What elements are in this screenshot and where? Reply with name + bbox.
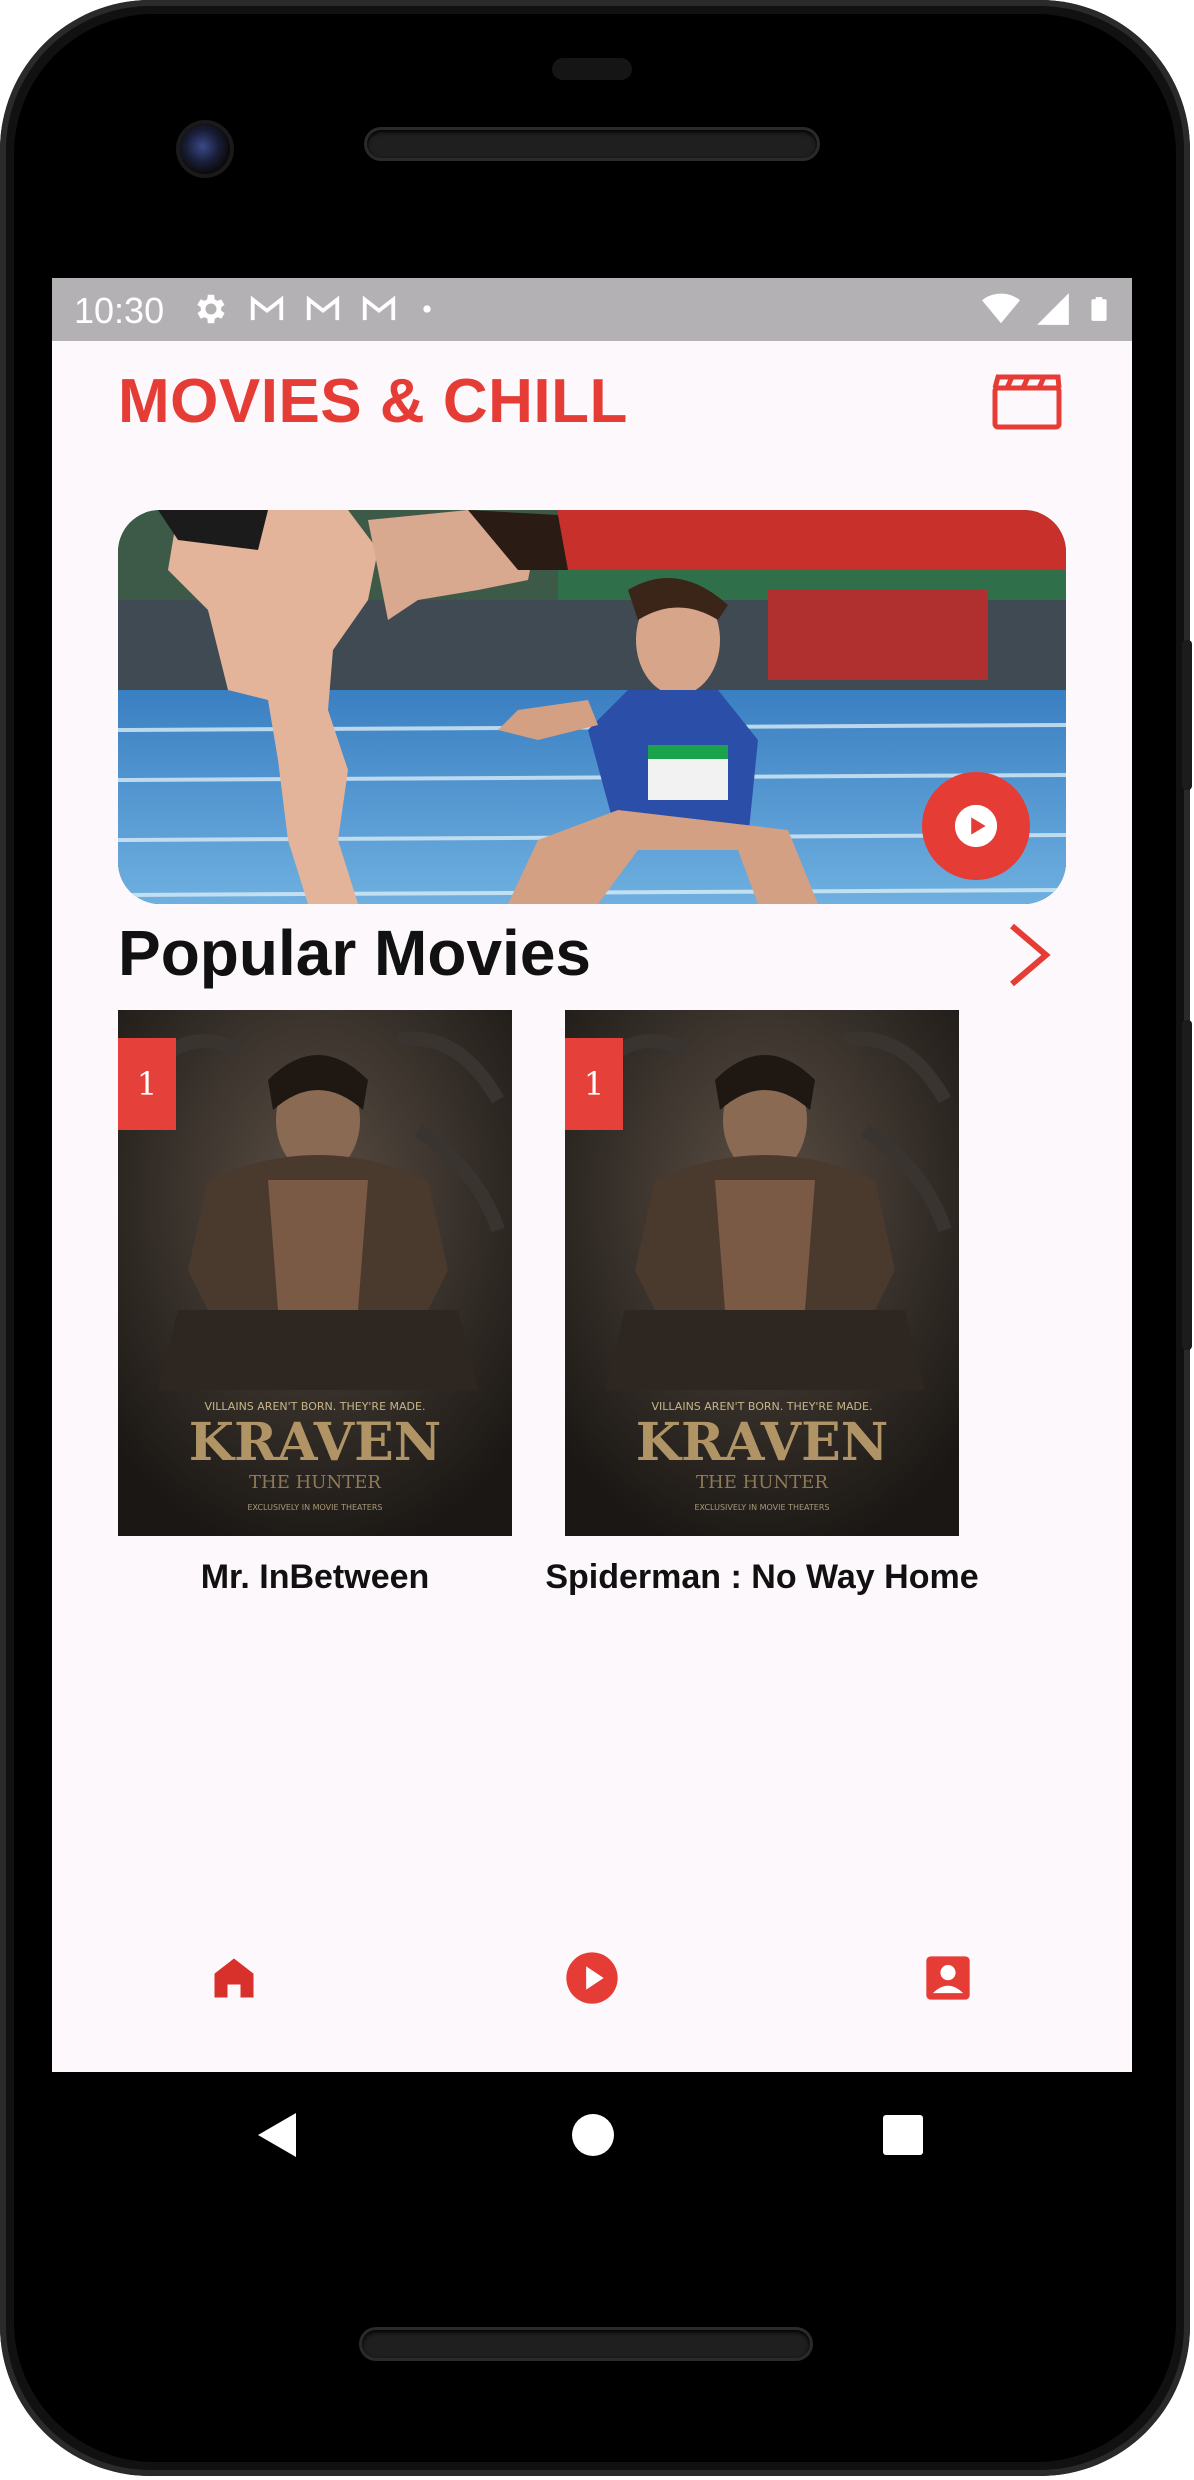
gmail-icon <box>306 295 340 321</box>
rank-badge: 1 <box>118 1038 176 1130</box>
featured-banner-image <box>118 510 1066 904</box>
featured-banner[interactable] <box>118 510 1066 904</box>
gmail-icon <box>362 295 396 321</box>
recents-icon[interactable] <box>882 2114 924 2156</box>
chevron-right-icon[interactable] <box>1004 922 1054 988</box>
battery-icon <box>1091 297 1107 321</box>
movie-title: Mr. InBetween <box>200 1558 430 1596</box>
play-circle-icon <box>566 1952 618 2004</box>
power-button <box>1182 1020 1192 1350</box>
poster-subtitle: THE HUNTER <box>696 1472 828 1493</box>
clapperboard-icon[interactable] <box>992 372 1062 430</box>
sensor <box>552 58 632 80</box>
poster-logo: KRAVEN <box>189 1412 441 1473</box>
home-circle-icon[interactable] <box>570 2112 616 2158</box>
poster-footer: EXCLUSIVELY IN MOVIE THEATERS <box>694 1503 829 1512</box>
poster-logo: KRAVEN <box>636 1412 888 1473</box>
poster-footer: EXCLUSIVELY IN MOVIE THEATERS <box>247 1503 382 1512</box>
notification-icons <box>192 290 438 328</box>
bottom-navigation <box>52 1938 1132 2018</box>
system-navigation-bar <box>0 2072 1194 2202</box>
gmail-icon <box>250 295 284 321</box>
nav-play[interactable] <box>552 1938 632 2018</box>
gear-icon <box>197 294 225 324</box>
app-screen: 10:30 MOVIES & CHILL Popular Movies VILL… <box>52 278 1132 2072</box>
wifi-icon <box>982 293 1020 324</box>
system-status-icons <box>982 290 1112 328</box>
nav-profile[interactable] <box>908 1938 988 2018</box>
play-icon <box>954 804 998 848</box>
poster-image: VILLAINS AREN'T BORN. THEY'RE MADE. KRAV… <box>565 1010 959 1536</box>
section-title: Popular Movies <box>118 917 591 989</box>
status-bar: 10:30 <box>52 278 1132 341</box>
movie-title: Spiderman : No Way Home <box>545 1558 979 1596</box>
dot-icon <box>423 305 431 313</box>
earpiece-speaker <box>367 130 817 158</box>
signal-icon <box>1037 293 1069 325</box>
movie-card[interactable]: VILLAINS AREN'T BORN. THEY'RE MADE. KRAV… <box>545 1010 979 1597</box>
back-icon[interactable] <box>254 2110 300 2160</box>
rank-badge: 1 <box>565 1038 623 1130</box>
home-icon <box>214 1958 254 1998</box>
nav-home[interactable] <box>194 1938 274 2018</box>
phone-frame: 10:30 MOVIES & CHILL Popular Movies VILL… <box>0 0 1192 2476</box>
poster-subtitle: THE HUNTER <box>249 1472 381 1493</box>
movie-poster: VILLAINS AREN'T BORN. THEY'RE MADE. KRAV… <box>118 1010 512 1536</box>
app-title: MOVIES & CHILL <box>118 367 628 436</box>
play-button[interactable] <box>922 772 1030 880</box>
movie-poster: VILLAINS AREN'T BORN. THEY'RE MADE. KRAV… <box>565 1010 959 1536</box>
bottom-speaker <box>362 2330 810 2358</box>
status-time: 10:30 <box>74 290 165 331</box>
poster-image: VILLAINS AREN'T BORN. THEY'RE MADE. KRAV… <box>118 1010 512 1536</box>
profile-icon <box>926 1956 970 2000</box>
volume-button <box>1182 640 1192 790</box>
movie-card[interactable]: VILLAINS AREN'T BORN. THEY'RE MADE. KRAV… <box>118 1010 512 1597</box>
front-camera <box>180 124 230 174</box>
